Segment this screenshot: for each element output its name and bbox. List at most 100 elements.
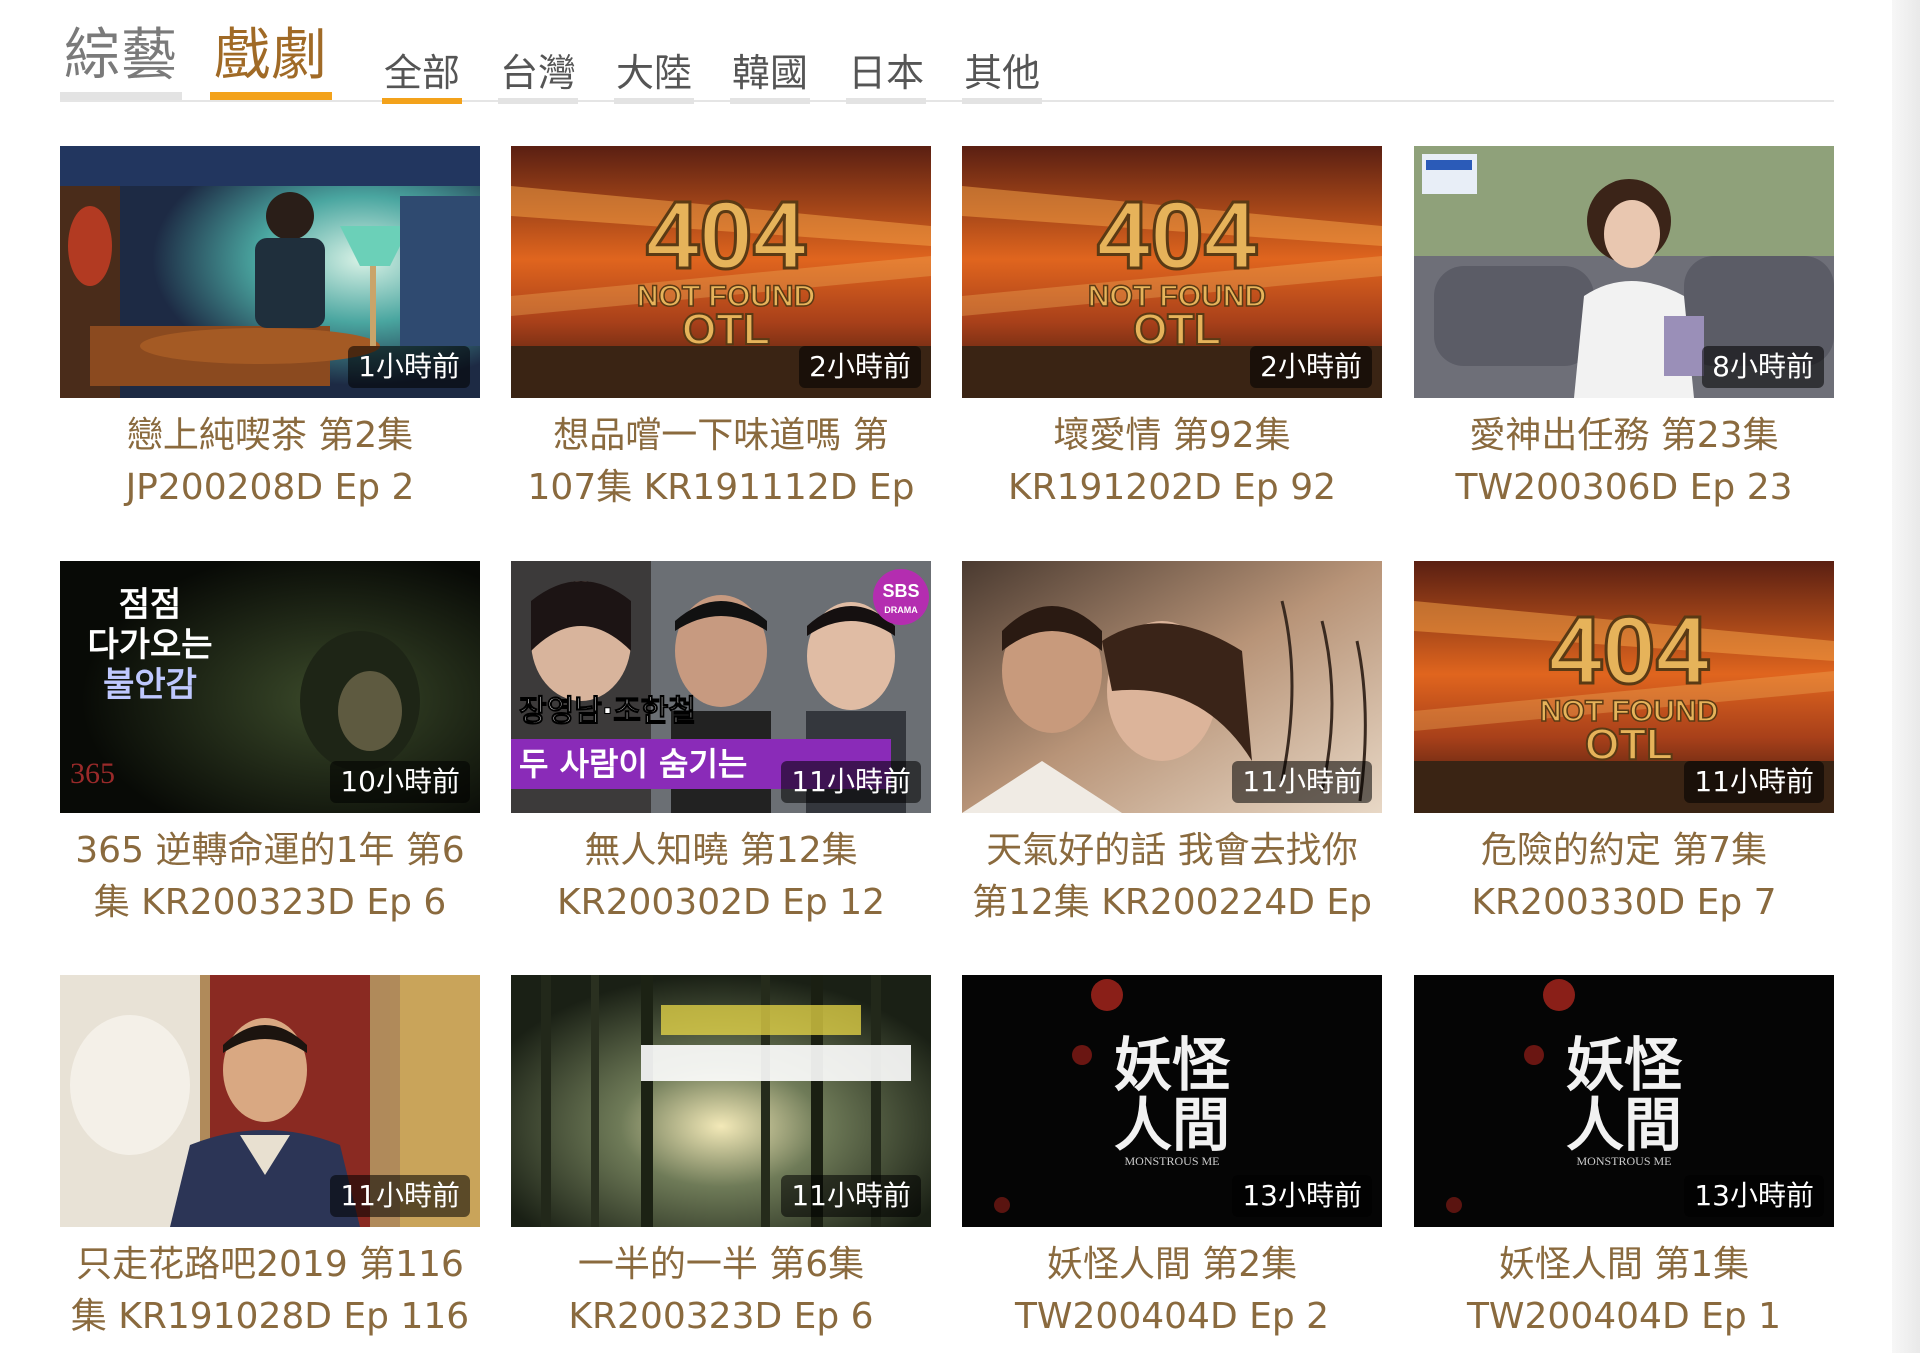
video-title[interactable]: 戀上純喫茶 第2集 JP200208D Ep 2 bbox=[60, 410, 480, 514]
tab-region-all[interactable]: 全部 bbox=[382, 48, 463, 104]
video-card[interactable]: 404 NOT FOUND OTL 2小時前 想品嚐一下味道嗎 第 107集 K… bbox=[511, 146, 931, 514]
category-header: 綜藝 戲劇 全部 台灣 大陸 韓國 日本 其他 bbox=[60, 20, 1834, 104]
tab-region-korea[interactable]: 韓國 bbox=[730, 48, 811, 104]
tab-variety[interactable]: 綜藝 bbox=[60, 20, 182, 100]
video-title-line2[interactable]: JP200208D Ep 2 bbox=[60, 462, 480, 514]
thumb-404-text: 404 bbox=[646, 182, 806, 289]
video-title[interactable]: 危險的約定 第7集 KR200330D Ep 7 bbox=[1414, 825, 1834, 929]
video-title-line1[interactable]: 一半的一半 第6集 bbox=[511, 1239, 931, 1291]
tab-region-other[interactable]: 其他 bbox=[962, 48, 1043, 104]
video-title[interactable]: 想品嚐一下味道嗎 第 107集 KR191112D Ep bbox=[511, 410, 931, 514]
video-title-line2[interactable]: 107集 KR191112D Ep bbox=[511, 462, 931, 514]
video-card[interactable]: 妖怪 人間 MONSTROUS ME 13小時前 妖怪人間 第2集 TW2004… bbox=[962, 975, 1382, 1343]
video-thumbnail[interactable]: 11小時前 bbox=[962, 561, 1382, 813]
video-title-line1[interactable]: 妖怪人間 第1集 bbox=[1414, 1239, 1834, 1291]
thumb-caption-line3: 불안감 bbox=[103, 665, 197, 705]
video-title[interactable]: 妖怪人間 第2集 TW200404D Ep 2 bbox=[962, 1239, 1382, 1343]
upload-time-badge: 11小時前 bbox=[781, 1175, 921, 1217]
video-title-line1[interactable]: 想品嚐一下味道嗎 第 bbox=[511, 410, 931, 462]
video-title-line2[interactable]: KR200330D Ep 7 bbox=[1414, 877, 1834, 929]
thumb-404-text: 404 bbox=[1549, 597, 1709, 704]
video-title[interactable]: 妖怪人間 第1集 TW200404D Ep 1 bbox=[1414, 1239, 1834, 1343]
video-title-line2[interactable]: KR200323D Ep 6 bbox=[511, 1291, 931, 1343]
thumb-otl-text: OTL bbox=[1133, 305, 1221, 354]
video-title-line2[interactable]: 第12集 KR200224D Ep bbox=[962, 877, 1382, 929]
thumb-title-line2: 人間 bbox=[1114, 1091, 1230, 1159]
main-tabs: 綜藝 戲劇 bbox=[60, 20, 360, 100]
upload-time-badge: 13小時前 bbox=[1684, 1175, 1824, 1217]
video-card[interactable]: 11小時前 只走花路吧2019 第116 集 KR191028D Ep 116 bbox=[60, 975, 480, 1343]
video-thumbnail[interactable]: 11小時前 bbox=[511, 975, 931, 1227]
video-card[interactable]: 8小時前 愛神出任務 第23集 TW200306D Ep 23 bbox=[1414, 146, 1834, 514]
scrollbar-track[interactable] bbox=[1892, 0, 1920, 1353]
video-title-line2[interactable]: TW200404D Ep 2 bbox=[962, 1291, 1382, 1343]
video-title-line1[interactable]: 戀上純喫茶 第2集 bbox=[60, 410, 480, 462]
video-title-line1[interactable]: 壞愛情 第92集 bbox=[962, 410, 1382, 462]
upload-time-badge: 8小時前 bbox=[1702, 346, 1824, 388]
video-title-line2[interactable]: 集 KR200323D Ep 6 bbox=[60, 877, 480, 929]
video-card[interactable]: SBS DRAMA 장영남·조한철 두 사람이 숨기는 11小時前 無人知曉 第… bbox=[511, 561, 931, 929]
thumb-subtitle: MONSTROUS ME bbox=[1576, 1154, 1671, 1168]
upload-time-badge: 2小時前 bbox=[799, 346, 921, 388]
video-title-line1[interactable]: 365 逆轉命運的1年 第6 bbox=[60, 825, 480, 877]
video-title-line2[interactable]: KR200302D Ep 12 bbox=[511, 877, 931, 929]
video-thumbnail[interactable]: 8小時前 bbox=[1414, 146, 1834, 398]
drama-listing-page: 綜藝 戲劇 全部 台灣 大陸 韓國 日本 其他 1小時前 戀上純喫茶 第2集 J… bbox=[0, 0, 1920, 1353]
video-card[interactable]: 妖怪 人間 MONSTROUS ME 13小時前 妖怪人間 第1集 TW2004… bbox=[1414, 975, 1834, 1343]
video-thumbnail[interactable]: 11小時前 bbox=[60, 975, 480, 1227]
video-thumbnail[interactable]: 404 NOT FOUND OTL 2小時前 bbox=[511, 146, 931, 398]
video-thumbnail[interactable]: 妖怪 人間 MONSTROUS ME 13小時前 bbox=[1414, 975, 1834, 1227]
video-thumbnail[interactable]: 404 NOT FOUND OTL 11小時前 bbox=[1414, 561, 1834, 813]
video-card[interactable]: 점점 다가오는 불안감 365 10小時前 365 逆轉命運的1年 第6 集 K… bbox=[60, 561, 480, 929]
thumb-logo-text: 365 bbox=[70, 757, 115, 790]
video-card[interactable]: 11小時前 天氣好的話 我會去找你 第12集 KR200224D Ep bbox=[962, 561, 1382, 929]
video-title-line1[interactable]: 妖怪人間 第2集 bbox=[962, 1239, 1382, 1291]
upload-time-badge: 11小時前 bbox=[1684, 761, 1824, 803]
video-card[interactable]: 404 NOT FOUND OTL 2小時前 壞愛情 第92集 KR191202… bbox=[962, 146, 1382, 514]
video-title-line1[interactable]: 天氣好的話 我會去找你 bbox=[962, 825, 1382, 877]
video-thumbnail[interactable]: 점점 다가오는 불안감 365 10小時前 bbox=[60, 561, 480, 813]
video-card[interactable]: 1小時前 戀上純喫茶 第2集 JP200208D Ep 2 bbox=[60, 146, 480, 514]
video-title-line2[interactable]: 集 KR191028D Ep 116 bbox=[60, 1291, 480, 1343]
thumb-title-line1: 妖怪 bbox=[1566, 1031, 1683, 1099]
thumb-404-text: 404 bbox=[1097, 182, 1257, 289]
video-thumbnail[interactable]: SBS DRAMA 장영남·조한철 두 사람이 숨기는 11小時前 bbox=[511, 561, 931, 813]
video-title[interactable]: 天氣好的話 我會去找你 第12集 KR200224D Ep bbox=[962, 825, 1382, 929]
video-title-line1[interactable]: 無人知曉 第12集 bbox=[511, 825, 931, 877]
thumb-caption-line2: 다가오는 bbox=[87, 625, 212, 665]
upload-time-badge: 10小時前 bbox=[330, 761, 470, 803]
upload-time-badge: 11小時前 bbox=[330, 1175, 470, 1217]
video-title[interactable]: 一半的一半 第6集 KR200323D Ep 6 bbox=[511, 1239, 931, 1343]
thumb-caption-banner: 두 사람이 숨기는 bbox=[519, 745, 747, 783]
tab-region-mainland[interactable]: 大陸 bbox=[614, 48, 695, 104]
video-title[interactable]: 壞愛情 第92集 KR191202D Ep 92 bbox=[962, 410, 1382, 514]
thumb-caption-names: 장영남·조한철 bbox=[519, 694, 696, 729]
video-title[interactable]: 365 逆轉命運的1年 第6 集 KR200323D Ep 6 bbox=[60, 825, 480, 929]
thumb-otl-text: OTL bbox=[1585, 720, 1673, 769]
video-title[interactable]: 愛神出任務 第23集 TW200306D Ep 23 bbox=[1414, 410, 1834, 514]
thumb-otl-text: OTL bbox=[682, 305, 770, 354]
video-title-line1[interactable]: 危險的約定 第7集 bbox=[1414, 825, 1834, 877]
video-card[interactable]: 404 NOT FOUND OTL 11小時前 危險的約定 第7集 KR2003… bbox=[1414, 561, 1834, 929]
upload-time-badge: 11小時前 bbox=[781, 761, 921, 803]
thumb-title-line1: 妖怪 bbox=[1114, 1031, 1231, 1099]
video-title-line2[interactable]: KR191202D Ep 92 bbox=[962, 462, 1382, 514]
region-tabs: 全部 台灣 大陸 韓國 日本 其他 bbox=[382, 48, 1078, 104]
video-thumbnail[interactable]: 404 NOT FOUND OTL 2小時前 bbox=[962, 146, 1382, 398]
video-title-line1[interactable]: 只走花路吧2019 第116 bbox=[60, 1239, 480, 1291]
video-card[interactable]: 11小時前 一半的一半 第6集 KR200323D Ep 6 bbox=[511, 975, 931, 1343]
video-thumbnail[interactable]: 1小時前 bbox=[60, 146, 480, 398]
thumb-subtitle: MONSTROUS ME bbox=[1124, 1154, 1219, 1168]
video-thumbnail[interactable]: 妖怪 人間 MONSTROUS ME 13小時前 bbox=[962, 975, 1382, 1227]
video-title-line2[interactable]: TW200306D Ep 23 bbox=[1414, 462, 1834, 514]
video-title-line2[interactable]: TW200404D Ep 1 bbox=[1414, 1291, 1834, 1343]
video-title[interactable]: 只走花路吧2019 第116 集 KR191028D Ep 116 bbox=[60, 1239, 480, 1343]
thumb-channel-logo-sub: DRAMA bbox=[884, 605, 918, 615]
tab-region-taiwan[interactable]: 台灣 bbox=[498, 48, 579, 104]
video-title[interactable]: 無人知曉 第12集 KR200302D Ep 12 bbox=[511, 825, 931, 929]
tab-drama[interactable]: 戲劇 bbox=[210, 20, 332, 100]
thumb-caption-line1: 점점 bbox=[119, 585, 182, 625]
tab-region-japan[interactable]: 日本 bbox=[846, 48, 927, 104]
upload-time-badge: 1小時前 bbox=[348, 346, 470, 388]
video-title-line1[interactable]: 愛神出任務 第23集 bbox=[1414, 410, 1834, 462]
